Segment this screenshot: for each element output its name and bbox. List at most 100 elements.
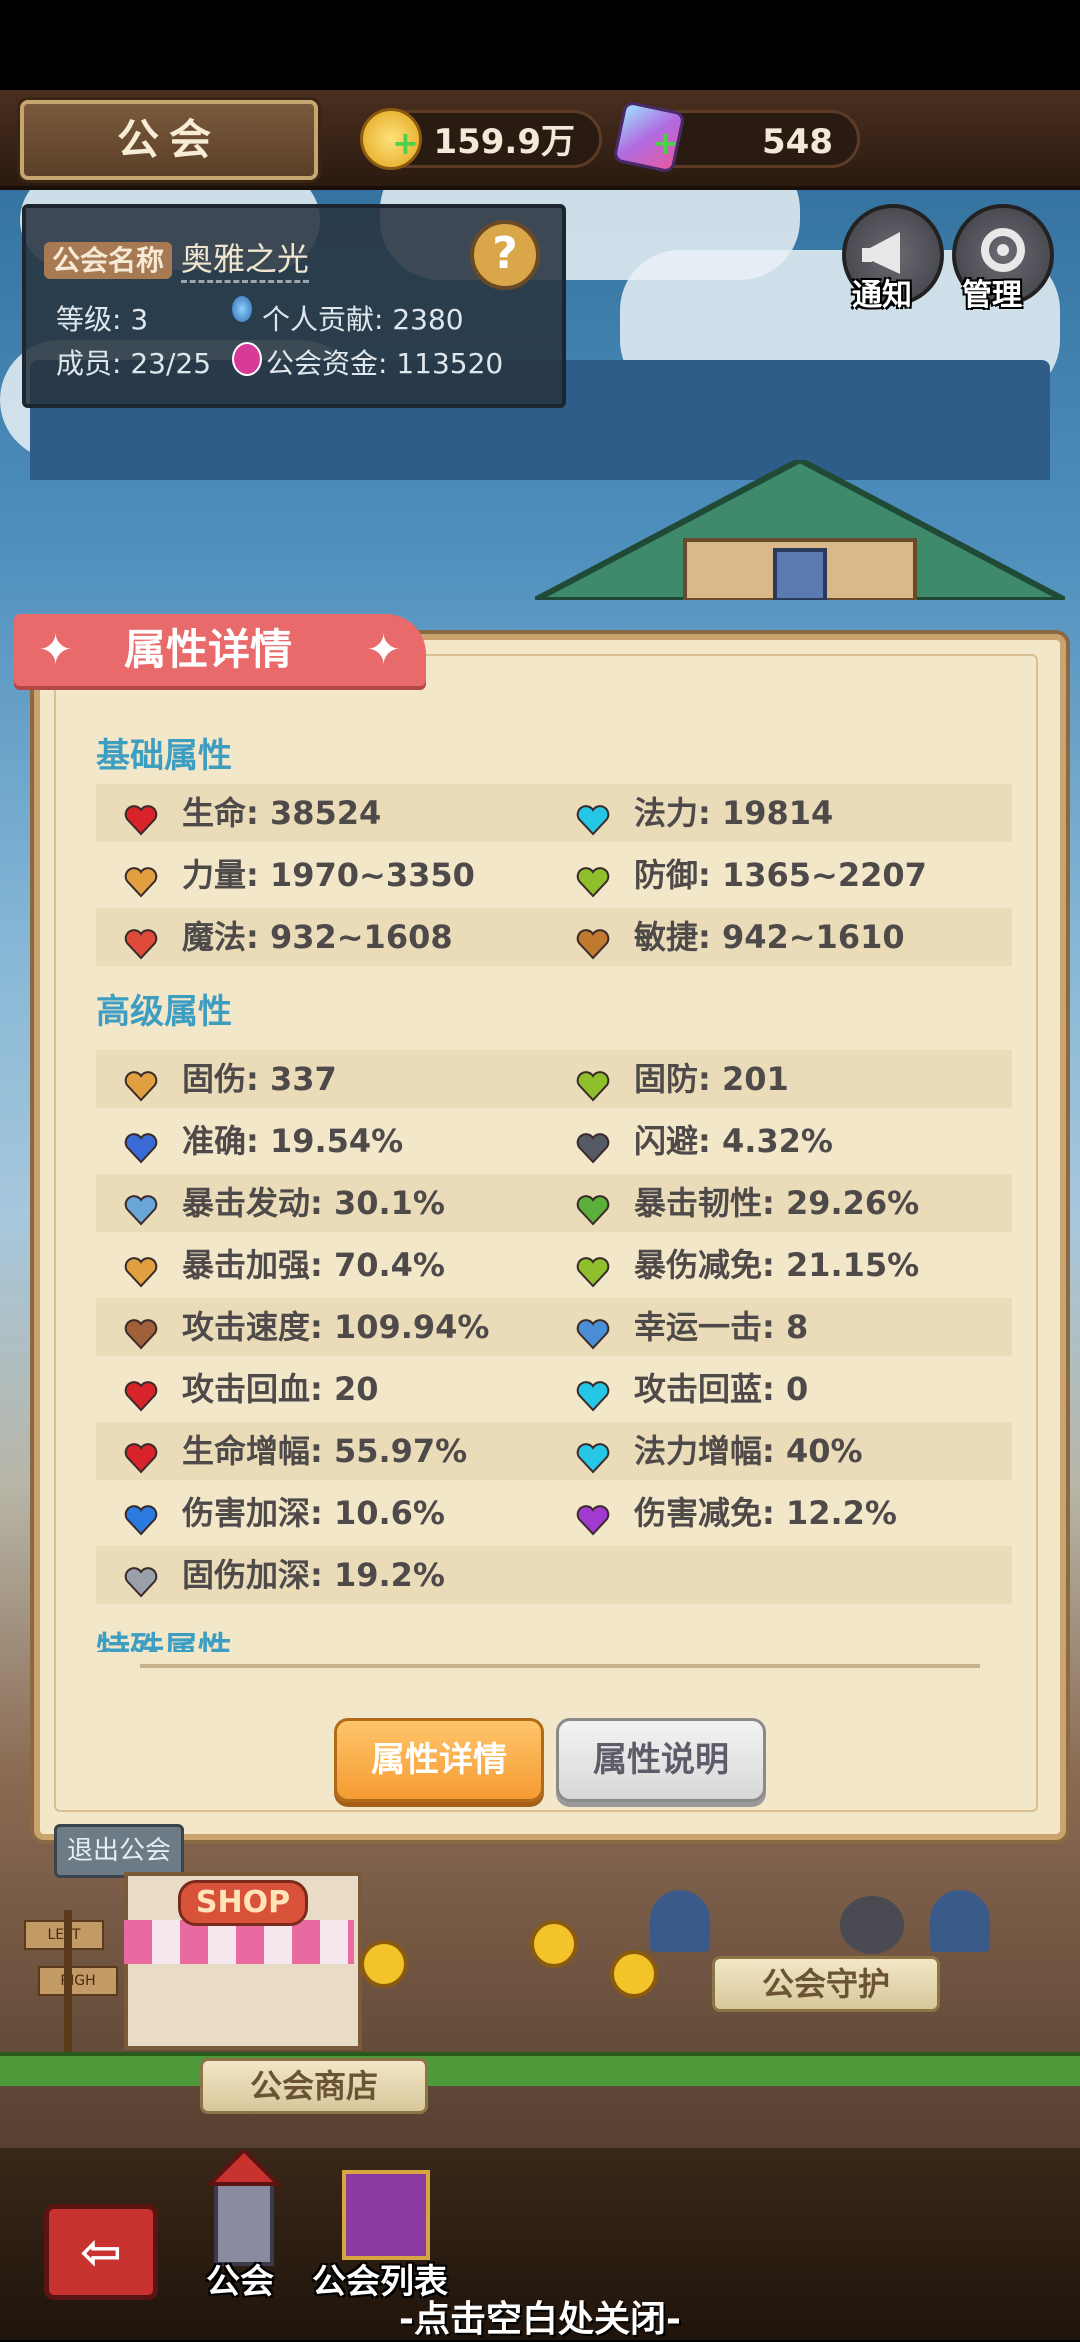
scroll-divider [140, 1664, 980, 1668]
attribute-row: 攻击回血: 20 攻击回蓝: 0 [96, 1360, 1012, 1418]
attribute-item: 暴击加强: 70.4% [124, 1236, 544, 1294]
attribute-item: 固防: 201 [576, 1050, 996, 1108]
attribute-row: 生命增幅: 55.97% 法力增幅: 40% [96, 1422, 1012, 1480]
status-bar [0, 0, 1080, 90]
attribute-value: 力量: 1970~3350 [182, 856, 475, 894]
mana-heart-icon [576, 1435, 610, 1474]
gem-amount: 548 [762, 122, 833, 162]
attribute-row: 攻击速度: 109.94% 幸运一击: 8 [96, 1298, 1012, 1356]
attribute-value: 固伤: 337 [182, 1060, 337, 1098]
help-icon: ? [492, 228, 518, 279]
attribute-item: 生命: 38524 [124, 784, 544, 842]
flame-icon [124, 1497, 158, 1536]
guild-list-banner-icon [342, 2170, 430, 2260]
attribute-item: 攻击回血: 20 [124, 1360, 544, 1418]
add-gold-button[interactable]: + [392, 124, 419, 162]
crit-reduce-icon [576, 1249, 610, 1288]
attribute-value: 生命: 38524 [182, 794, 382, 832]
attribute-detail-dialog: 基础属性 生命: 38524 法力: 19814 力量: 1970~3350 防御: … [34, 634, 1066, 1840]
guild-members: 成员: 23/25 [56, 347, 212, 380]
attribute-row: 生命: 38524 法力: 19814 [96, 784, 1012, 842]
close-hint: -点击空白处关闭- [399, 2299, 681, 2340]
attribute-value: 暴击韧性: 29.26% [634, 1184, 920, 1222]
grass-strip [0, 2052, 1080, 2086]
attribute-value: 暴伤减免: 21.15% [634, 1246, 920, 1284]
attribute-value: 幸运一击: 8 [634, 1308, 809, 1346]
shield-icon [576, 1063, 610, 1102]
special-attributes-title: 特殊属性 [96, 1630, 232, 1652]
screen-title: 公会 [116, 115, 221, 164]
dialog-title-tab: ✦ 属性详情 ✦ [14, 614, 426, 686]
attribute-value: 暴击发动: 30.1% [182, 1184, 445, 1222]
attribute-value: 攻击回蓝: 0 [634, 1370, 809, 1408]
signpost-pole [64, 1910, 72, 2060]
attribute-row: 暴击加强: 70.4% 暴伤减免: 21.15% [96, 1236, 1012, 1294]
guild-guard-button[interactable]: 公会守护 [712, 1956, 940, 2012]
guild-fund-icon [232, 342, 262, 376]
manage-label: 管理 [962, 278, 1022, 313]
heart-icon [124, 797, 158, 836]
attribute-item: 伤害加深: 10.6% [124, 1484, 544, 1542]
attribute-item: 准确: 19.54% [124, 1112, 544, 1170]
attribute-value: 魔法: 932~1608 [182, 918, 453, 956]
dodge-icon [576, 1125, 610, 1164]
attribute-explain-tab-button[interactable]: 属性说明 [556, 1718, 766, 1802]
notice-label: 通知 [852, 278, 912, 313]
signpost-right: RIGH [38, 1966, 118, 1996]
leave-guild-button[interactable]: 退出公会 [54, 1824, 184, 1878]
attribute-item: 伤害减免: 12.2% [576, 1484, 996, 1542]
guild-tower-icon [196, 2147, 292, 2270]
attribute-row: 暴击发动: 30.1% 暴击韧性: 29.26% [96, 1174, 1012, 1232]
attribute-item: 攻击回蓝: 0 [576, 1360, 996, 1418]
guild-funds: 公会资金: 113520 [266, 347, 504, 380]
bow-icon [576, 921, 610, 960]
attribute-value: 伤害减免: 12.2% [634, 1494, 897, 1532]
exit-arrow-icon: ⇦ [80, 2223, 122, 2281]
attribute-item: 法力: 19814 [576, 784, 996, 842]
blade-icon [124, 1559, 158, 1598]
basic-attributes-title: 基础属性 [96, 736, 232, 776]
orb-icon [576, 1497, 610, 1536]
guild-shop-button[interactable]: 公会商店 [200, 2058, 428, 2114]
attack-speed-icon [124, 1311, 158, 1350]
guild-level: 等级: 3 [56, 303, 149, 336]
attribute-item: 暴击发动: 30.1% [124, 1174, 544, 1232]
attribute-detail-tab-button[interactable]: 属性详情 [334, 1718, 544, 1802]
add-gem-button[interactable]: + [652, 124, 679, 162]
shield-icon [576, 859, 610, 898]
help-button[interactable]: ? [470, 220, 540, 290]
exit-button[interactable]: ⇦ [44, 2204, 158, 2300]
shop-awning [124, 1920, 354, 1964]
heart-icon [124, 1373, 158, 1412]
mana-heart-icon [576, 1373, 610, 1412]
attribute-value: 固防: 201 [634, 1060, 789, 1098]
attribute-item: 力量: 1970~3350 [124, 846, 544, 904]
guild-name[interactable]: 奥雅之光 [180, 240, 309, 283]
cauldron [840, 1896, 904, 1954]
sunflower-icon [610, 1950, 658, 1998]
sunflower-icon [530, 1920, 578, 1968]
attribute-value: 固伤加深: 19.2% [182, 1556, 445, 1594]
attribute-value: 法力增幅: 40% [634, 1432, 863, 1470]
sword-icon [124, 859, 158, 898]
gold-amount: 159.9万 [433, 122, 575, 162]
sparkle-icon: ✦ [38, 625, 74, 674]
attribute-value: 攻击回血: 20 [182, 1370, 379, 1408]
attribute-value: 暴击加强: 70.4% [182, 1246, 445, 1284]
sword-icon [124, 1063, 158, 1102]
sunflower-icon [360, 1940, 408, 1988]
attribute-row: 固伤: 337 固防: 201 [96, 1050, 1012, 1108]
attribute-item: 暴击韧性: 29.26% [576, 1174, 996, 1232]
guild-name-label: 公会名称 [44, 242, 173, 279]
attribute-value: 法力: 19814 [634, 794, 834, 832]
attribute-value: 闪避: 4.32% [634, 1122, 833, 1160]
guard-statue [930, 1890, 990, 1952]
crit-boost-icon [124, 1249, 158, 1288]
attribute-item: 固伤加深: 19.2% [124, 1546, 544, 1604]
attribute-value: 攻击速度: 109.94% [182, 1308, 490, 1346]
lucky-strike-icon [576, 1311, 610, 1350]
attribute-item: 生命增幅: 55.97% [124, 1422, 544, 1480]
personal-contribution: 个人贡献: 2380 [262, 303, 464, 336]
attribute-value: 准确: 19.54% [182, 1122, 404, 1160]
attribute-item: 敏捷: 942~1610 [576, 908, 996, 966]
